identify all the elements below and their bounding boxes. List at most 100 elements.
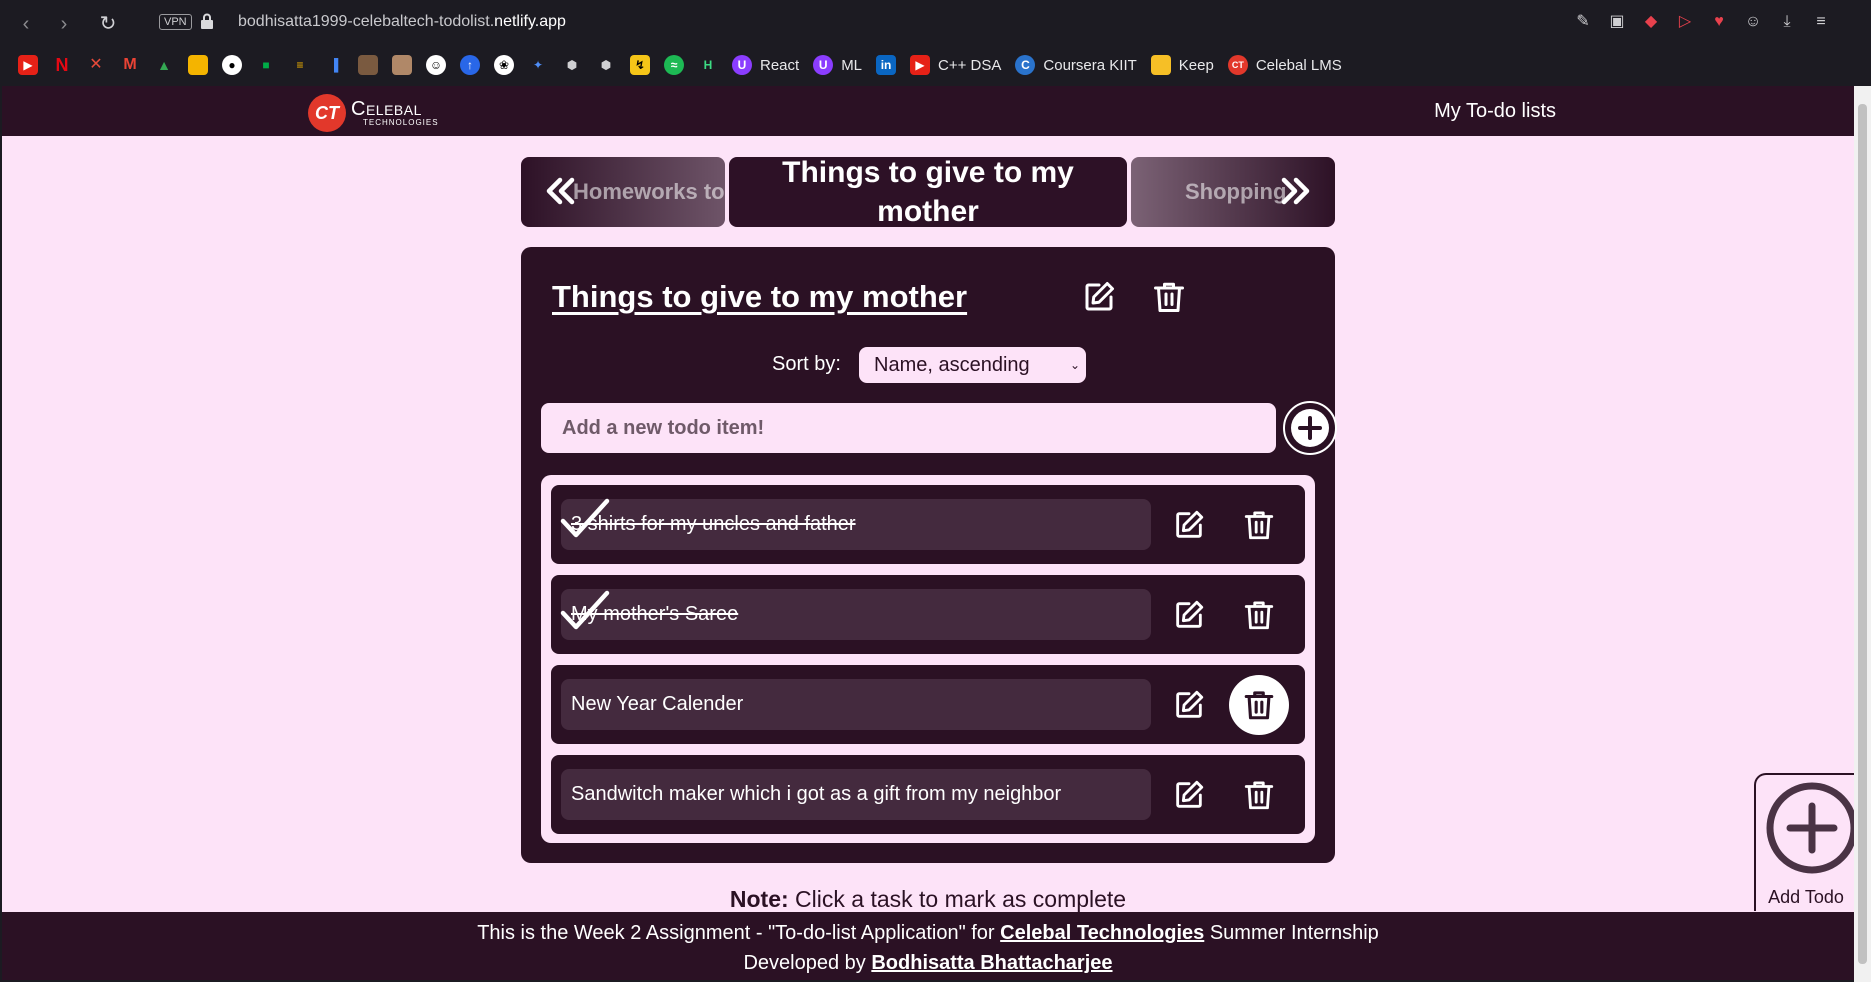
ml-bookmark-icon: U [813, 55, 834, 75]
edit-item-button[interactable] [1167, 773, 1211, 817]
chevrons-right-icon[interactable] [1279, 174, 1313, 208]
edit-list-button[interactable] [1077, 275, 1121, 319]
todo-item-text[interactable]: My mother's Saree [561, 589, 1151, 640]
todo-item[interactable]: 3 shirts for my uncles and father [551, 485, 1305, 564]
top-navbar: CT Celebal Technologies My To-do lists [2, 86, 1854, 136]
linkedin-icon[interactable]: in [876, 55, 897, 75]
spotify-icon[interactable]: ≈ [664, 55, 684, 75]
bookmark-ml[interactable]: U ML [813, 55, 862, 75]
edit-page-icon[interactable]: ✎ [1573, 12, 1593, 32]
footer-text: This is the Week 2 Assignment - "To-do-l… [477, 922, 1001, 944]
unity2-icon[interactable]: ⬢ [596, 55, 616, 75]
bookmark-celebal-lms[interactable]: CT Celebal LMS [1227, 55, 1342, 75]
edit-item-button[interactable] [1167, 683, 1211, 727]
profile-icon[interactable]: ☺ [1743, 12, 1763, 32]
address-bar-row: ‹ › ↻ VPN bodhisatta1999-celebaltech-tod… [0, 0, 1871, 48]
note-label: Note: [729, 886, 789, 912]
new-todo-input[interactable]: Add a new todo item! [541, 403, 1276, 453]
bookmarks-bar: ▶ N ✕ M ▲ ● ■ ≡ ▐ ☺ ↑ ❀ ✦ ⬢ ⬢ ↯ ≈ H U Rea… [18, 52, 1342, 78]
vpn-badge[interactable]: VPN [159, 14, 192, 30]
tab-next-list[interactable]: Shopping [1131, 157, 1335, 227]
celebal-icon: CT [1227, 55, 1248, 75]
react-bookmark-icon: U [732, 55, 752, 75]
note-body: Click a task to mark as complete [788, 886, 1127, 912]
bookmark-react[interactable]: U React [732, 55, 799, 75]
forward-icon[interactable]: › [52, 12, 76, 36]
bookmark-label: React [760, 56, 800, 74]
delete-item-button[interactable] [1229, 675, 1289, 735]
todo-item-text[interactable]: New Year Calender [561, 679, 1151, 730]
todo-item[interactable]: Sandwitch maker which i got as a gift fr… [551, 755, 1305, 834]
celebal-logo[interactable]: CT Celebal Technologies [308, 94, 439, 132]
todo-item[interactable]: New Year Calender [551, 665, 1305, 744]
logo-name: Celebal [351, 98, 422, 120]
netflix-icon[interactable]: N [52, 55, 72, 75]
delete-item-button[interactable] [1237, 503, 1281, 547]
trash-icon [1244, 511, 1274, 540]
kite-icon[interactable]: ↑ [460, 55, 480, 75]
add-item-button[interactable] [1283, 401, 1337, 455]
page: CT Celebal Technologies My To-do lists H… [2, 86, 1854, 980]
bookmark-coursera[interactable]: C Coursera KIIT [1015, 55, 1137, 75]
trash-icon [1244, 691, 1274, 720]
celebal-link[interactable]: Celebal Technologies [1000, 922, 1204, 944]
tab-current-list[interactable]: Things to give to my mother [729, 157, 1127, 227]
chart-icon[interactable]: ≡ [290, 55, 310, 75]
my-todo-lists-link[interactable]: My To-do lists [1434, 100, 1556, 123]
back-icon[interactable]: ‹ [14, 12, 38, 36]
footer-text: Developed by [743, 952, 872, 974]
analytics-icon[interactable]: ▐ [324, 55, 344, 75]
meet-icon[interactable]: ■ [256, 55, 276, 75]
download-icon[interactable]: ⤓ [1777, 12, 1797, 32]
todo-list-card: Things to give to my mother Sort by: Nam… [521, 247, 1337, 863]
scrollbar[interactable] [1854, 86, 1871, 982]
tab-previous-list[interactable]: Homeworks to do [521, 157, 725, 227]
bookmark-label: ML [841, 56, 863, 74]
lock-icon[interactable] [200, 13, 214, 29]
todo-item[interactable]: My mother's Saree [551, 575, 1305, 654]
heart-icon[interactable]: ♥ [1709, 12, 1729, 32]
delete-list-button[interactable] [1147, 275, 1191, 319]
todo-item-text[interactable]: 3 shirts for my uncles and father [561, 499, 1151, 550]
bookmark-label: Celebal LMS [1255, 56, 1342, 74]
footer-line-1: This is the Week 2 Assignment - "To-do-l… [2, 918, 1854, 948]
sort-select[interactable]: Name, ascending ⌄ [859, 347, 1086, 383]
url-field[interactable]: bodhisatta1999-celebaltech-todolist.netl… [238, 13, 566, 31]
menu-icon[interactable]: ≡ [1811, 12, 1831, 32]
edit-item-button[interactable] [1167, 593, 1211, 637]
delete-item-button[interactable] [1237, 593, 1281, 637]
bookmark-keep[interactable]: Keep [1150, 55, 1214, 75]
lightning-icon[interactable]: ↯ [630, 55, 650, 75]
smiley-icon[interactable]: ☺ [426, 55, 446, 75]
bookmark-cpp-dsa[interactable]: ▶ C++ DSA [910, 55, 1001, 75]
unity-icon[interactable]: ⬢ [562, 55, 582, 75]
edit-item-button[interactable] [1167, 503, 1211, 547]
avatar-bookmark-icon[interactable] [358, 55, 378, 75]
author-link[interactable]: Bodhisatta Bhattacharjee [871, 952, 1112, 974]
drive-icon[interactable]: ▲ [154, 55, 174, 75]
chevrons-left-icon[interactable] [543, 174, 577, 208]
shield-icon[interactable]: ◆ [1641, 12, 1661, 32]
edit-icon [1085, 282, 1114, 311]
checkmark-icon [560, 498, 610, 538]
github-icon[interactable]: ● [222, 55, 242, 75]
screenshot-icon[interactable]: ▣ [1607, 12, 1627, 32]
send-icon[interactable]: ▷ [1675, 12, 1695, 32]
reload-icon[interactable]: ↻ [96, 12, 120, 36]
youtube-icon[interactable]: ▶ [18, 55, 38, 75]
delete-item-button[interactable] [1237, 773, 1281, 817]
todo-item-text[interactable]: Sandwitch maker which i got as a gift fr… [561, 769, 1151, 820]
add-todo-floating-button[interactable]: Add Todo [1754, 773, 1854, 911]
tab-current-label: Things to give to my mother [782, 157, 1074, 227]
photo-bookmark-icon[interactable] [392, 55, 412, 75]
gemini-icon[interactable]: ✦ [528, 55, 548, 75]
scrollbar-thumb[interactable] [1858, 104, 1867, 964]
footer-text: Summer Internship [1204, 922, 1379, 944]
photos-icon[interactable] [188, 55, 208, 75]
add-todo-label: Add Todo [1768, 887, 1844, 907]
x-icon[interactable]: ✕ [86, 55, 106, 75]
gmail-icon[interactable]: M [120, 55, 140, 75]
openai-icon[interactable]: ❀ [494, 55, 514, 75]
keep-icon [1150, 55, 1171, 75]
hackerearth-icon[interactable]: H [698, 55, 718, 75]
